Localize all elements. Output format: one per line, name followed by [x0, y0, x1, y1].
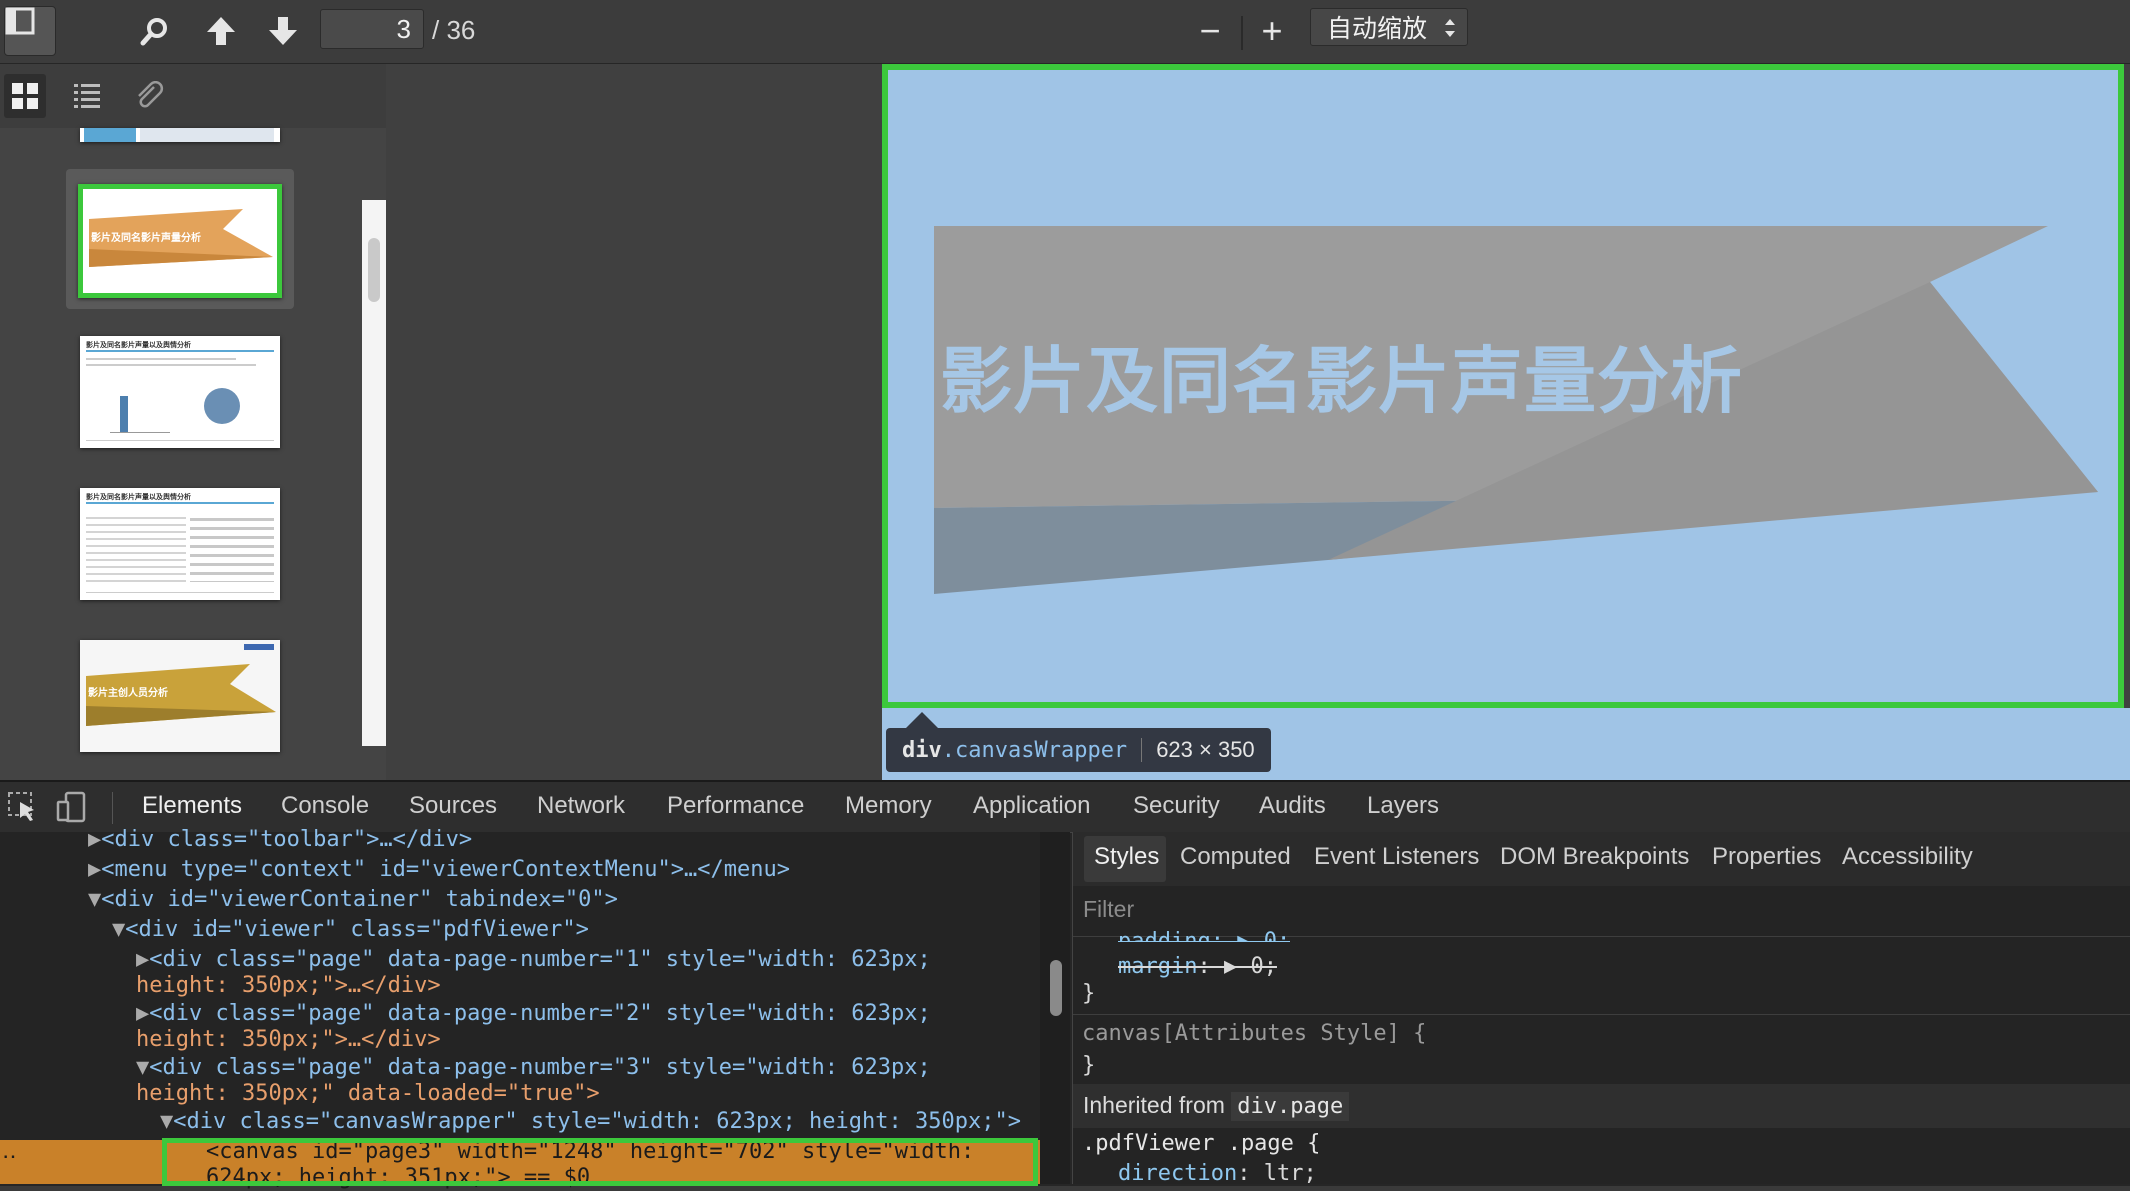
inspect-element-button[interactable] — [6, 790, 40, 824]
arrow-up-icon — [207, 17, 235, 45]
minus-icon: − — [1199, 10, 1221, 51]
sidebar-toggle-button[interactable] — [4, 6, 56, 56]
device-mode-icon — [56, 791, 86, 823]
thumbnail-page-2[interactable] — [80, 128, 280, 142]
styles-filter-input[interactable]: Filter — [1083, 896, 1134, 923]
tab-accessibility[interactable]: Accessibility — [1842, 843, 1973, 871]
tab-sources[interactable]: Sources — [409, 790, 497, 822]
tooltip-arrow — [906, 712, 938, 728]
page-total-label: / 36 — [432, 15, 476, 45]
dom-node-menu[interactable]: ▶<menu type="context" id="viewerContextM… — [88, 856, 790, 883]
tab-thumbnails[interactable] — [4, 74, 46, 118]
selected-node-outline — [162, 1138, 1038, 1186]
tab-computed[interactable]: Computed — [1180, 843, 1291, 871]
next-page-button[interactable] — [262, 6, 304, 56]
sidebar-toggle-icon — [5, 7, 35, 35]
dom-node-page-1-cont[interactable]: height: 350px;">…</div> — [136, 972, 441, 999]
inherited-selector[interactable]: div.page — [1231, 1092, 1350, 1121]
tab-styles[interactable]: Styles — [1094, 843, 1159, 871]
tab-memory[interactable]: Memory — [845, 790, 932, 822]
arrow-down-icon — [269, 17, 297, 45]
sidebar-tabs — [0, 64, 386, 128]
dom-ellipsis: ‥ — [2, 1139, 17, 1164]
tab-elements[interactable]: Elements — [142, 790, 242, 822]
dom-node-viewer[interactable]: ▼<div id="viewer" class="pdfViewer"> — [112, 916, 589, 943]
css-attr-rule[interactable]: canvas[Attributes Style] { — [1082, 1020, 1426, 1047]
device-toolbar-button[interactable] — [56, 790, 90, 824]
dom-node-page-1[interactable]: ▶<div class="page" data-page-number="1" … — [136, 946, 931, 973]
element-inspector-tooltip: div .canvasWrapper 623 × 350 — [886, 728, 1271, 772]
tab-application[interactable]: Application — [973, 790, 1090, 822]
tab-attachments[interactable] — [128, 74, 170, 118]
toolbar-divider — [1241, 16, 1243, 50]
zoom-select[interactable]: 自动缩放 — [1310, 8, 1468, 46]
thumbnail-page-5[interactable]: 影片及同名影片声量以及舆情分析 — [80, 488, 280, 600]
dom-node-page-3-cont[interactable]: height: 350px;" data-loaded="true"> — [136, 1080, 600, 1107]
tab-audits[interactable]: Audits — [1259, 790, 1326, 822]
tab-layers[interactable]: Layers — [1367, 790, 1439, 822]
tab-performance[interactable]: Performance — [667, 790, 804, 822]
css-pdfviewer-rule[interactable]: .pdfViewer .page { — [1082, 1130, 1320, 1157]
inspect-cursor-icon — [8, 792, 34, 821]
thumbnail-page-6[interactable]: 影片主创人员分析 — [80, 640, 280, 752]
paperclip-icon — [138, 81, 164, 108]
page-number-input[interactable]: 3 — [320, 9, 424, 49]
dom-node-page-3[interactable]: ▼<div class="page" data-page-number="3" … — [136, 1054, 931, 1081]
zoom-select-value: 自动缩放 — [1327, 15, 1428, 43]
css-direction-line[interactable]: direction: ltr; — [1118, 1160, 1317, 1187]
css-rule-close: } — [1082, 981, 1096, 1006]
tooltip-divider — [1141, 738, 1143, 762]
dom-scrollbar-thumb[interactable] — [1050, 960, 1062, 1016]
tab-console[interactable]: Console — [281, 790, 369, 822]
sidebar-scrollbar-thumb[interactable] — [368, 238, 380, 302]
dom-node-page-2[interactable]: ▶<div class="page" data-page-number="2" … — [136, 1000, 931, 1027]
dom-node-page-2-cont[interactable]: height: 350px;">…</div> — [136, 1026, 441, 1053]
list-icon — [74, 84, 100, 108]
inherited-label: Inherited from div.page — [1083, 1092, 1350, 1121]
zoom-out-button[interactable]: − — [1190, 6, 1230, 56]
thumbnail-title: 影片及同名影片声量分析 — [91, 233, 201, 244]
search-icon — [140, 18, 167, 46]
tooltip-tag: div — [902, 737, 942, 763]
slide-title: 影片及同名影片声量分析 — [940, 342, 1744, 422]
thumbnail-title: 影片及同名影片声量以及舆情分析 — [86, 494, 191, 501]
tab-properties[interactable]: Properties — [1712, 843, 1821, 871]
thumbnail-page-3[interactable]: 影片及同名影片声量分析 — [78, 184, 282, 298]
dom-node-viewer-container[interactable]: ▼<div id="viewerContainer" tabindex="0"> — [88, 886, 618, 913]
css-margin-line[interactable]: margin: ▶ 0; — [1118, 953, 1277, 980]
select-arrows-icon — [1445, 19, 1455, 37]
dom-node-toolbar[interactable]: ▶<div class="toolbar">…</div> — [88, 826, 472, 853]
thumbnail-title: 影片及同名影片声量以及舆情分析 — [86, 342, 191, 349]
plus-icon: + — [1261, 10, 1283, 51]
devtools-tab-divider — [112, 792, 113, 824]
thumbnails-grid-icon — [12, 83, 38, 109]
find-button[interactable] — [134, 6, 176, 56]
tab-dom-breakpoints[interactable]: DOM Breakpoints — [1500, 843, 1689, 871]
css-rule-separator — [1073, 1014, 2130, 1015]
tab-network[interactable]: Network — [537, 790, 625, 822]
thumbnail-page-4[interactable]: 影片及同名影片声量以及舆情分析 — [80, 336, 280, 448]
css-rule-close: } — [1082, 1053, 1096, 1078]
tab-event-listeners[interactable]: Event Listeners — [1314, 843, 1479, 871]
zoom-in-button[interactable]: + — [1252, 6, 1292, 56]
dom-node-canvas-wrapper[interactable]: ▼<div class="canvasWrapper" style="width… — [160, 1108, 1021, 1135]
previous-page-button[interactable] — [200, 6, 242, 56]
thumbnail-title: 影片主创人员分析 — [88, 688, 168, 699]
tab-outline[interactable] — [66, 74, 108, 118]
tab-security[interactable]: Security — [1133, 790, 1220, 822]
css-padding-line[interactable]: padding: ▶ 0; — [1118, 928, 1290, 942]
tooltip-size: 623 × 350 — [1156, 737, 1255, 762]
tooltip-class: .canvasWrapper — [941, 737, 1128, 763]
